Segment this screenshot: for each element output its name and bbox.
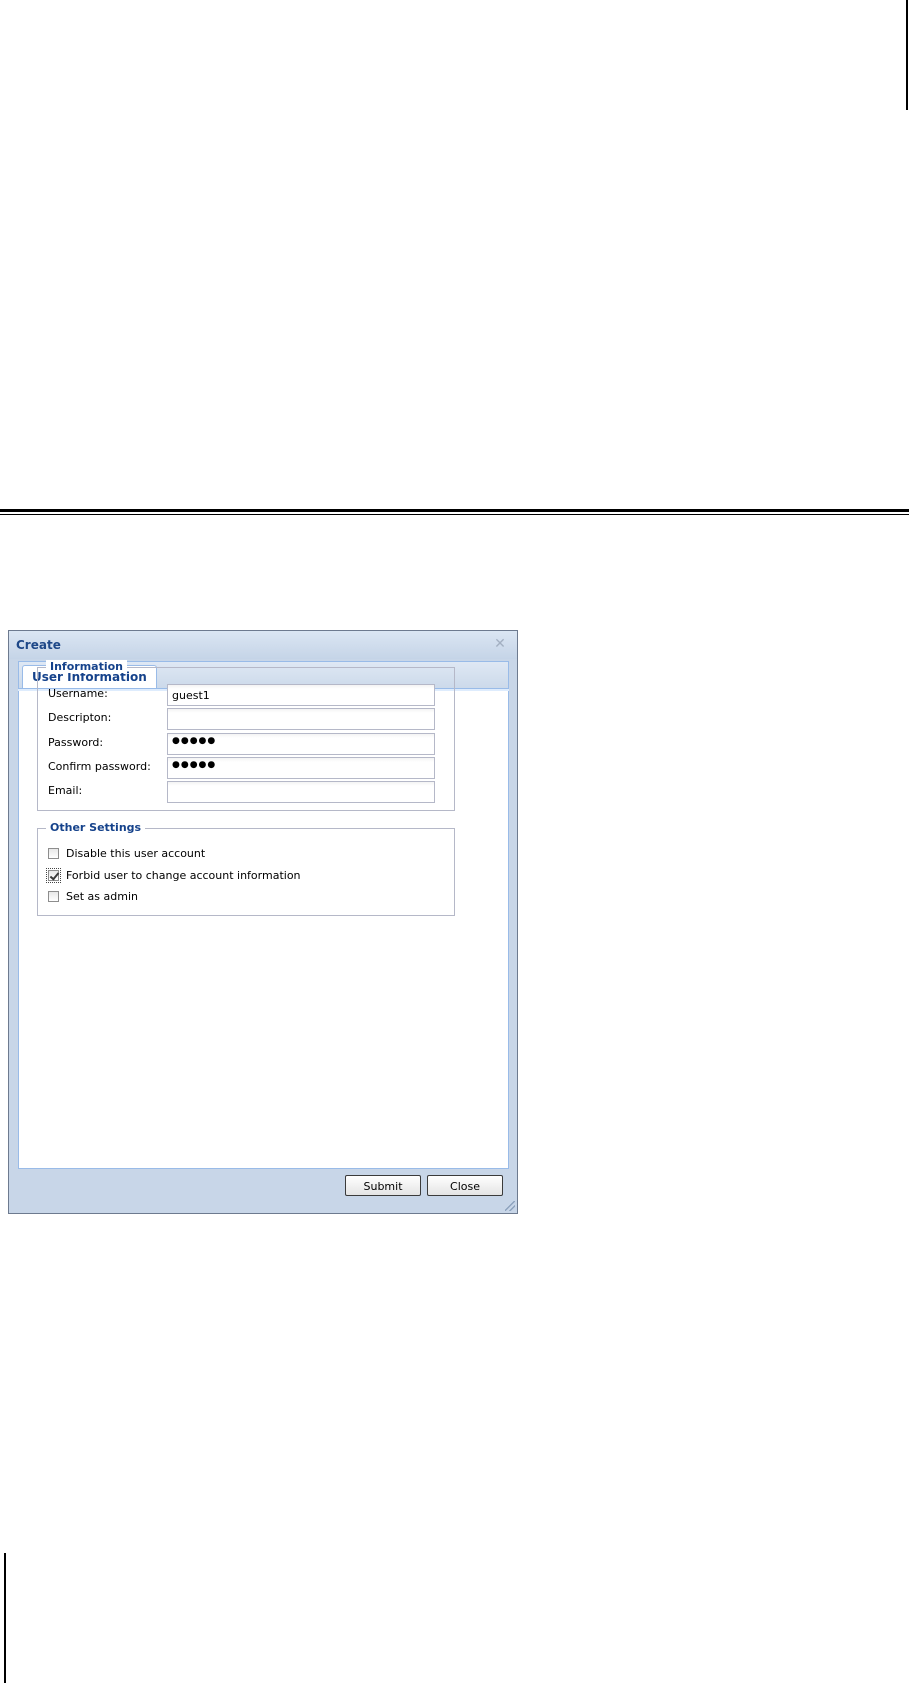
set-admin-checkbox[interactable] — [48, 891, 59, 902]
horizontal-rule-thin — [0, 514, 909, 515]
description-row: Descripton: — [48, 708, 478, 730]
disable-account-option[interactable]: Disable this user account — [48, 846, 468, 864]
information-legend: Information — [46, 660, 127, 673]
resize-grip-icon[interactable] — [505, 1201, 515, 1211]
dialog-title: Create — [16, 638, 61, 652]
disable-account-checkbox[interactable] — [48, 848, 59, 859]
username-row: Username: — [48, 684, 478, 706]
email-label: Email: — [48, 784, 83, 797]
horizontal-rule-thick — [0, 509, 909, 512]
disable-account-label: Disable this user account — [66, 847, 206, 860]
other-settings-legend: Other Settings — [46, 821, 146, 834]
description-input[interactable] — [167, 708, 435, 730]
set-admin-label: Set as admin — [66, 890, 138, 903]
close-icon[interactable]: ✕ — [493, 637, 507, 651]
password-input[interactable]: ●●●●● — [167, 733, 435, 755]
dialog-titlebar[interactable]: Create ✕ — [9, 631, 517, 659]
username-label: Username: — [48, 687, 108, 700]
set-admin-option[interactable]: Set as admin — [48, 889, 468, 907]
forbid-change-option[interactable]: Forbid user to change account informatio… — [46, 868, 468, 886]
password-row: Password: ●●●●● — [48, 733, 478, 755]
email-row: Email: — [48, 781, 478, 803]
confirm-password-label: Confirm password: — [48, 760, 151, 773]
other-settings-fieldset: Other Settings Disable this user account… — [37, 821, 455, 916]
page-edge-line-bottom — [4, 1553, 6, 1683]
confirm-password-input[interactable]: ●●●●● — [167, 757, 435, 779]
username-input[interactable] — [167, 684, 435, 706]
description-label: Descripton: — [48, 711, 112, 724]
confirm-password-row: Confirm password: ●●●●● — [48, 757, 478, 779]
forbid-change-checkbox[interactable] — [46, 868, 61, 883]
submit-button[interactable]: Submit — [345, 1175, 421, 1196]
page-edge-line-top — [906, 0, 908, 110]
close-button[interactable]: Close — [427, 1175, 503, 1196]
forbid-change-label: Forbid user to change account informatio… — [66, 869, 301, 882]
email-input[interactable] — [167, 781, 435, 803]
information-fieldset: Information Username: Descripton: Passwo… — [37, 660, 455, 811]
password-label: Password: — [48, 736, 104, 749]
